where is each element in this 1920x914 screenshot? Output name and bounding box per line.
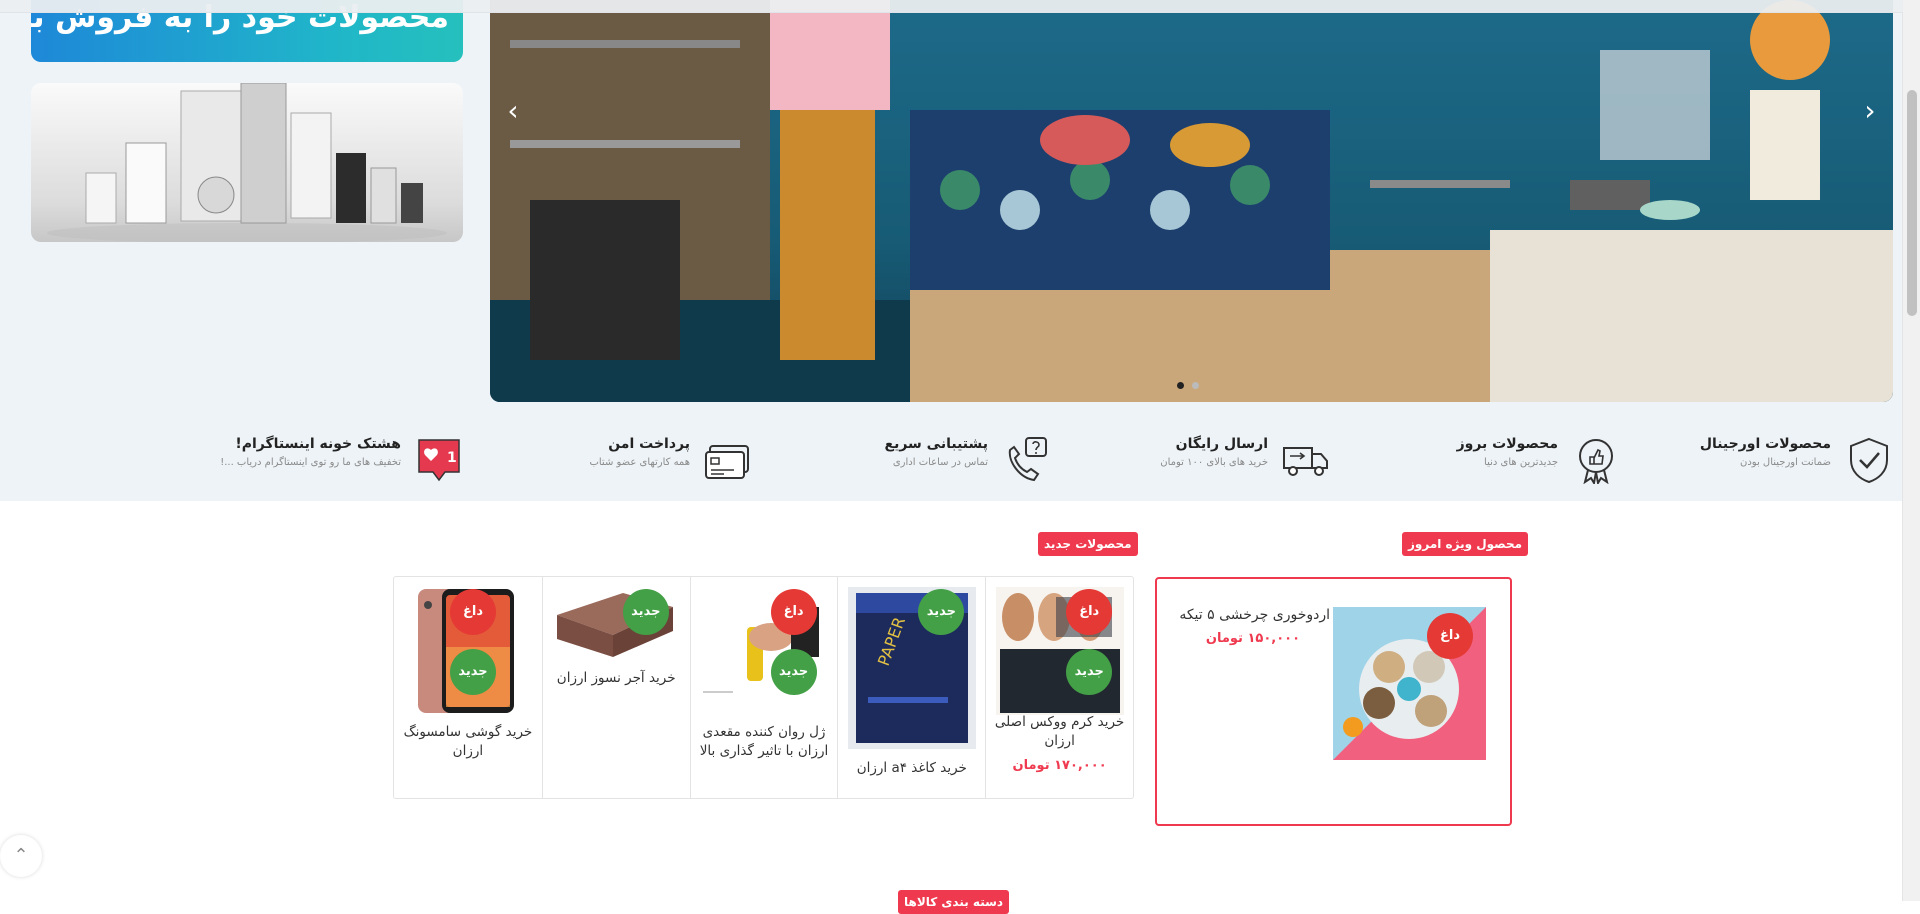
phone-question-icon [1008, 437, 1047, 482]
feature-title: پرداخت امن [608, 436, 690, 452]
truck-icon [1283, 447, 1328, 476]
sticky-header-strip [0, 0, 1903, 13]
hot-badge: داغ [1066, 589, 1113, 635]
scrollbar-thumb[interactable] [1907, 90, 1917, 316]
feature-subtitle: ضمانت اورجینال بودن [1740, 457, 1831, 468]
hot-badge: داغ [450, 589, 497, 635]
feature-secure-payment: پرداخت امن همه کارتهای عضو شتاب [580, 436, 752, 486]
product-card[interactable]: جدید خرید آجر نسوز ارزان [541, 577, 690, 798]
feature-title: هشتک خونه اینستاگرام! [235, 436, 401, 452]
hero-slider[interactable]: ‹ › [490, 0, 1893, 402]
product-card[interactable]: داغ جدید خرید کرم ووکس اصلی ارزان ۱۷۰,۰۰… [985, 577, 1133, 798]
new-badge: جدید [770, 649, 817, 695]
new-badge: جدید [622, 589, 669, 635]
shield-check-icon [1850, 437, 1888, 484]
new-badge: جدید [1066, 649, 1113, 695]
new-products-section-tag: محصولات جدید [1038, 532, 1138, 556]
slider-dot[interactable] [1192, 382, 1199, 389]
feature-title: پشتیبانی سریع [884, 436, 989, 452]
page-scrollbar[interactable] [1902, 0, 1920, 901]
product-name[interactable]: ژل روان کننده مقعدی ارزان با تاثیر گذاری… [697, 723, 832, 761]
feature-subtitle: خرید های بالای ۱۰۰ تومان [1160, 457, 1268, 468]
notification-count: 1 [447, 450, 457, 466]
hot-badge: داغ [1427, 613, 1473, 659]
feature-updated: محصولات بروز جدیدترین های دنیا [1400, 436, 1620, 486]
credit-card-icon [705, 445, 749, 479]
hot-badge: داغ [770, 589, 817, 635]
promo-banner-appliances[interactable] [31, 83, 463, 242]
feature-original: محصولات اورجینال ضمانت اورجینال بودن [1700, 436, 1893, 486]
slider-prev-icon[interactable]: ‹ [498, 96, 528, 126]
special-product-price: ۱۵۰,۰۰۰ تومان [1205, 631, 1300, 646]
product-card[interactable]: PAPER جدید خرید کاغذ a۴ ارزان [837, 577, 985, 798]
feature-free-shipping: ارسال رایگان خرید های بالای ۱۰۰ تومان [1130, 436, 1330, 486]
new-badge: جدید [450, 649, 497, 695]
feature-support: پشتیبانی سریع تماس در ساعات اداری [850, 436, 1050, 486]
heart-notification-icon: 1 [418, 439, 460, 482]
chevron-up-icon: ⌃ [13, 845, 29, 866]
product-price: ۱۷۰,۰۰۰ تومان [1012, 758, 1107, 773]
product-name[interactable]: خرید گوشی سامسونگ ارزان [400, 723, 536, 761]
product-name[interactable]: خرید آجر نسوز ارزان [549, 669, 684, 688]
special-product-card[interactable]: داغ اردوخوری چرخشی ۵ تیکه ۱۵۰,۰۰۰ تومان [1155, 577, 1512, 826]
product-name[interactable]: خرید کاغذ a۴ ارزان [844, 759, 979, 778]
special-product-name: اردوخوری چرخشی ۵ تیکه [1179, 607, 1330, 623]
feature-title: محصولات اورجینال [1699, 436, 1831, 452]
feature-subtitle: تخفیف های ما رو توی اینستاگرام دریاب ...… [220, 457, 401, 468]
back-to-top-button[interactable]: ⌃ [0, 835, 42, 877]
appliances-image [47, 83, 447, 242]
hero-image [490, 0, 1893, 402]
feature-instagram[interactable]: هشتک خونه اینستاگرام! تخفیف های ما رو تو… [200, 436, 463, 486]
product-card[interactable]: داغ جدید ژل روان کننده مقعدی ارزان با تا… [689, 577, 838, 798]
slider-dot[interactable] [1177, 382, 1184, 389]
feature-title: محصولات بروز [1456, 436, 1558, 452]
new-products-carousel: داغ جدید خرید کرم ووکس اصلی ارزان ۱۷۰,۰۰… [393, 576, 1134, 799]
product-name[interactable]: خرید کرم ووکس اصلی ارزان [992, 713, 1127, 751]
slider-next-icon[interactable]: › [1855, 96, 1885, 126]
feature-subtitle: همه کارتهای عضو شتاب [589, 457, 690, 468]
slider-dots [1177, 382, 1199, 389]
feature-subtitle: تماس در ساعات اداری [892, 457, 988, 468]
categories-section-tag: دسته بندی کالاها [898, 890, 1010, 914]
special-section-tag: محصول ویژه امروز [1402, 532, 1529, 556]
thumbs-up-medal-icon [1579, 439, 1613, 484]
product-card[interactable]: داغ جدید خرید گوشی سامسونگ ارزان [394, 577, 542, 798]
feature-title: ارسال رایگان [1175, 436, 1268, 452]
feature-subtitle: جدیدترین های دنیا [1484, 457, 1558, 468]
